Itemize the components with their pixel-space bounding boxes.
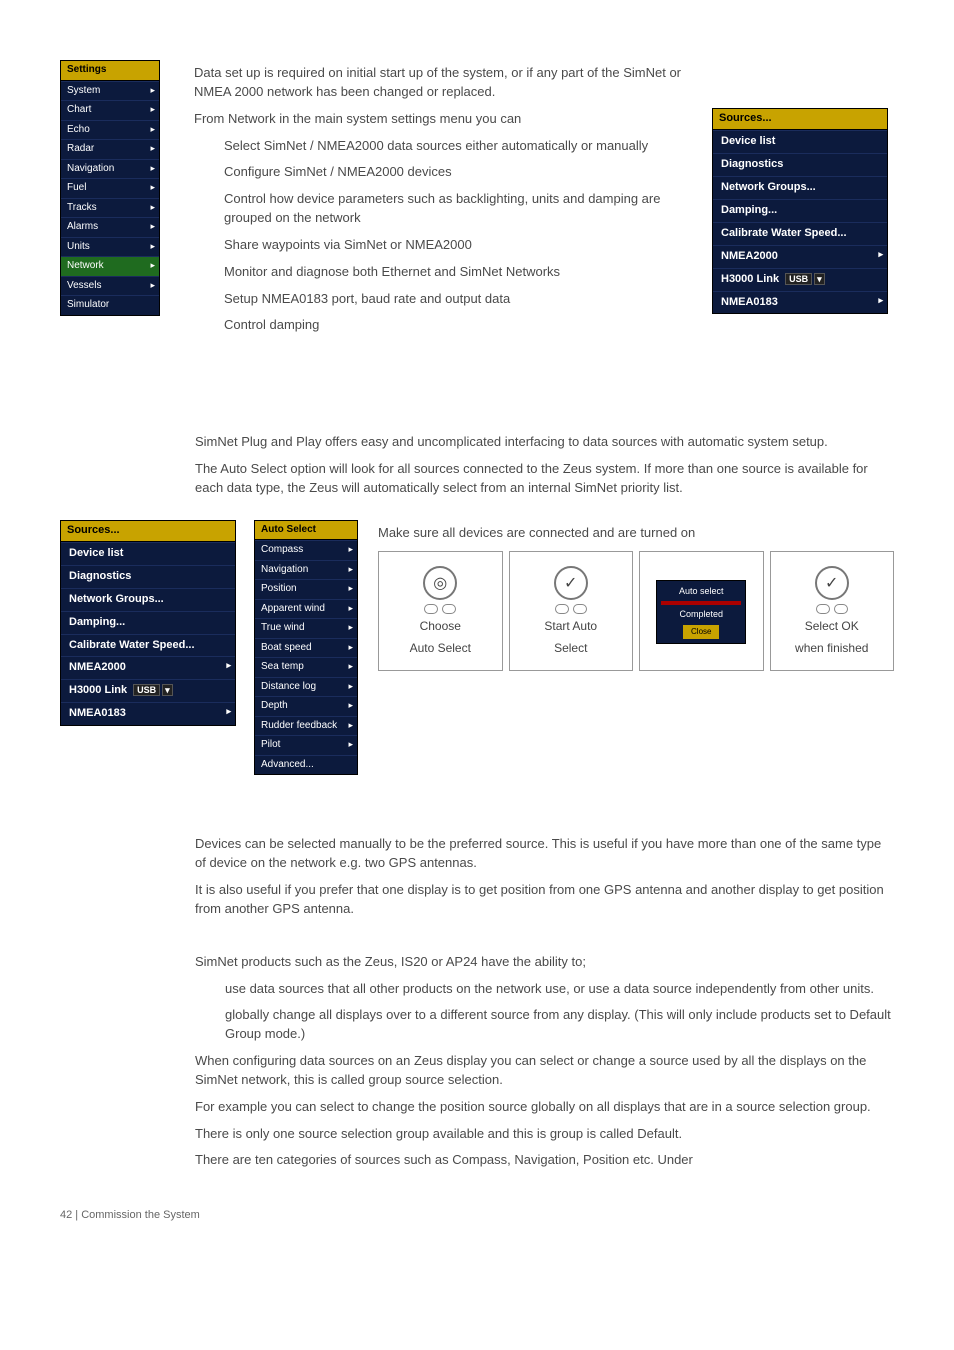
settings-menu-item[interactable]: Tracks▸	[61, 198, 159, 218]
dialog-title: Auto select	[661, 585, 741, 598]
autoselect-menu-item[interactable]: Distance log▸	[255, 677, 357, 697]
rotary-icon: ◎	[423, 566, 457, 600]
settings-menu-item[interactable]: Chart▸	[61, 100, 159, 120]
network-menu-item[interactable]: Device list	[713, 130, 887, 153]
toggle-icon	[816, 604, 848, 614]
network-menu-item[interactable]: H3000 LinkUSB▾	[61, 679, 235, 702]
body-bullet: Control how device parameters such as ba…	[224, 190, 684, 228]
body-text: SimNet Plug and Play offers easy and unc…	[195, 433, 894, 452]
network-menu-item[interactable]: H3000 LinkUSB▾	[713, 268, 887, 291]
page-footer: 42 | Commission the System	[60, 1208, 894, 1224]
body-bullet: Select SimNet / NMEA2000 data sources ei…	[224, 137, 684, 156]
network-menu: Sources... Device list Diagnostics Netwo…	[712, 108, 888, 314]
dialog-close-button[interactable]: Close	[683, 625, 719, 639]
settings-menu-item[interactable]: System▸	[61, 81, 159, 101]
body-bullet: Setup NMEA0183 port, baud rate and outpu…	[224, 290, 684, 309]
autoselect-menu-item[interactable]: Rudder feedback▸	[255, 716, 357, 736]
body-text: There is only one source selection group…	[195, 1125, 894, 1144]
body-text: For example you can select to change the…	[195, 1098, 894, 1117]
autoselect-menu-item[interactable]: Position▸	[255, 579, 357, 599]
wizard-step-label: Auto Select	[410, 640, 471, 657]
body-bullet: globally change all displays over to a d…	[225, 1006, 894, 1044]
body-bullet: use data sources that all other products…	[225, 980, 894, 999]
wizard-step-2: ✓ Start Auto Select	[509, 551, 634, 671]
settings-menu-title: Settings	[61, 61, 159, 81]
network-menu-item[interactable]: Diagnostics	[61, 565, 235, 588]
settings-menu-item[interactable]: Echo▸	[61, 120, 159, 140]
rotary-icon: ✓	[815, 566, 849, 600]
wizard-step-label: Select	[554, 640, 587, 657]
toggle-icon	[424, 604, 456, 614]
body-text: SimNet products such as the Zeus, IS20 o…	[195, 953, 894, 972]
settings-menu-item[interactable]: Units▸	[61, 237, 159, 257]
network-menu-item[interactable]: Network Groups...	[713, 176, 887, 199]
wizard-step-label: Start Auto	[544, 618, 597, 635]
settings-menu-item[interactable]: Simulator	[61, 295, 159, 315]
autoselect-menu-item[interactable]: Apparent wind▸	[255, 599, 357, 619]
wizard-step-label: Choose	[420, 618, 461, 635]
progress-bar	[661, 601, 741, 605]
wizard-step-3: Auto select Completed Close	[639, 551, 764, 671]
network-menu-item[interactable]: NMEA0183▸	[713, 291, 887, 314]
settings-menu-item[interactable]: Fuel▸	[61, 178, 159, 198]
network-menu-item[interactable]: NMEA0183▸	[61, 702, 235, 725]
settings-menu: Settings System▸ Chart▸ Echo▸ Radar▸ Nav…	[60, 60, 160, 316]
body-text: Data set up is required on initial start…	[194, 64, 684, 102]
wizard-step-label: Select OK	[805, 618, 859, 635]
wizard-step-label: when finished	[795, 640, 868, 657]
autoselect-menu-title: Auto Select	[255, 521, 357, 541]
network-menu-title: Sources...	[713, 109, 887, 130]
body-text: When configuring data sources on an Zeus…	[195, 1052, 894, 1090]
network-menu-item[interactable]: Diagnostics	[713, 153, 887, 176]
autoselect-menu-item[interactable]: Compass▸	[255, 540, 357, 560]
network-menu-item[interactable]: Calibrate Water Speed...	[61, 634, 235, 657]
body-text: It is also useful if you prefer that one…	[195, 881, 894, 919]
body-bullet: Control damping	[224, 316, 684, 335]
toggle-icon	[555, 604, 587, 614]
settings-menu-item[interactable]: Alarms▸	[61, 217, 159, 237]
wizard-intro: Make sure all devices are connected and …	[378, 524, 894, 543]
body-text: Devices can be selected manually to be t…	[195, 835, 894, 873]
rotary-icon: ✓	[554, 566, 588, 600]
autoselect-menu-item[interactable]: Pilot▸	[255, 735, 357, 755]
network-menu-left: Sources... Device list Diagnostics Netwo…	[60, 520, 236, 726]
network-menu-title: Sources...	[61, 521, 235, 542]
autoselect-menu-item[interactable]: Depth▸	[255, 696, 357, 716]
wizard-step-1: ◎ Choose Auto Select	[378, 551, 503, 671]
autoselect-menu: Auto Select Compass▸ Navigation▸ Positio…	[254, 520, 358, 776]
progress-dialog: Auto select Completed Close	[656, 580, 746, 644]
autoselect-menu-item[interactable]: True wind▸	[255, 618, 357, 638]
autoselect-menu-item[interactable]: Navigation▸	[255, 560, 357, 580]
body-bullet: Share waypoints via SimNet or NMEA2000	[224, 236, 684, 255]
body-bullet: Monitor and diagnose both Ethernet and S…	[224, 263, 684, 282]
wizard-step-4: ✓ Select OK when finished	[770, 551, 895, 671]
settings-menu-item[interactable]: Navigation▸	[61, 159, 159, 179]
dialog-status: Completed	[661, 608, 741, 621]
network-menu-item[interactable]: Damping...	[713, 199, 887, 222]
settings-menu-item[interactable]: Vessels▸	[61, 276, 159, 296]
network-menu-item[interactable]: NMEA2000▸	[61, 656, 235, 679]
network-menu-item[interactable]: Calibrate Water Speed...	[713, 222, 887, 245]
wizard-steps: ◎ Choose Auto Select ✓ Start Auto Select…	[378, 551, 894, 671]
network-menu-item[interactable]: Network Groups...	[61, 588, 235, 611]
network-menu-item[interactable]: Device list	[61, 542, 235, 565]
network-menu-item[interactable]: NMEA2000▸	[713, 245, 887, 268]
autoselect-menu-item[interactable]: Advanced...	[255, 755, 357, 775]
body-text: The Auto Select option will look for all…	[195, 460, 894, 498]
body-bullet: Configure SimNet / NMEA2000 devices	[224, 163, 684, 182]
settings-menu-item[interactable]: Radar▸	[61, 139, 159, 159]
body-text: From Network in the main system settings…	[194, 110, 684, 129]
network-menu-item[interactable]: Damping...	[61, 611, 235, 634]
body-text: There are ten categories of sources such…	[195, 1151, 894, 1170]
settings-menu-item-selected[interactable]: Network▸	[61, 256, 159, 276]
autoselect-menu-item[interactable]: Boat speed▸	[255, 638, 357, 658]
autoselect-menu-item[interactable]: Sea temp▸	[255, 657, 357, 677]
